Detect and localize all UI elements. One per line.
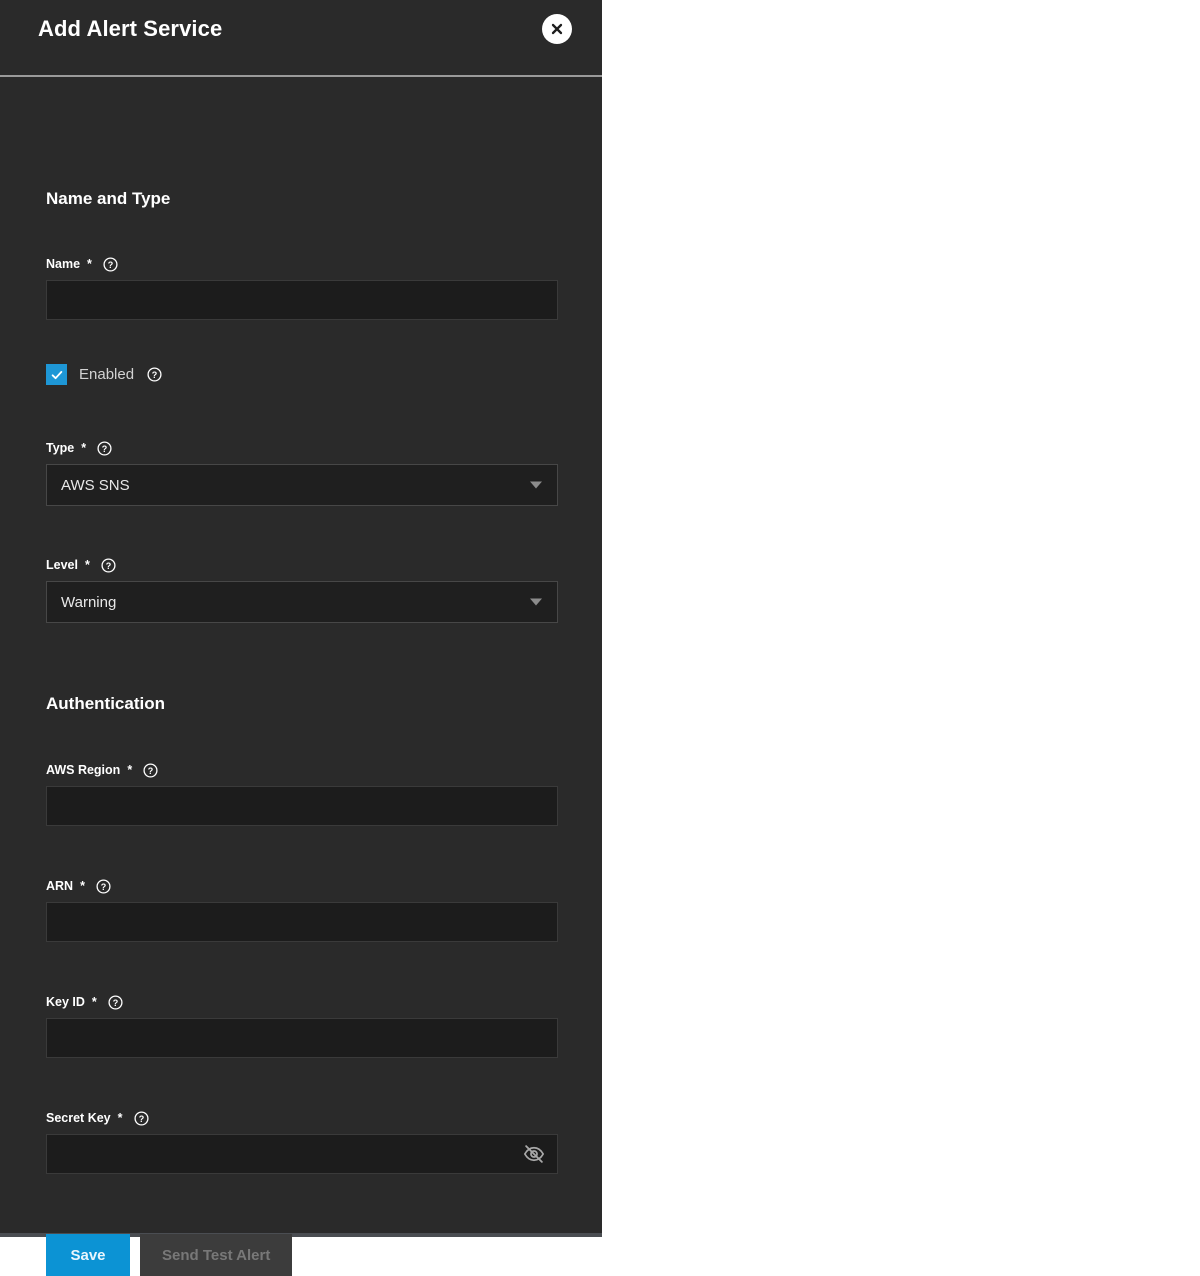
name-input[interactable]	[46, 280, 558, 320]
help-icon-name[interactable]: ?	[103, 257, 118, 272]
field-secret-key: Secret Key * ?	[46, 1110, 558, 1174]
field-aws-region: AWS Region * ?	[46, 762, 558, 826]
level-select-box[interactable]: Warning	[46, 581, 558, 623]
label-text-aws-region: AWS Region	[46, 763, 120, 777]
type-select-value: AWS SNS	[61, 477, 130, 494]
svg-text:?: ?	[108, 260, 114, 270]
key-id-input[interactable]	[46, 1018, 558, 1058]
eye-off-icon[interactable]	[522, 1142, 546, 1166]
page-title: Add Alert Service	[38, 16, 222, 42]
level-select[interactable]: Warning	[46, 581, 558, 623]
required-marker-type: *	[81, 441, 86, 455]
field-label-level: Level * ?	[46, 557, 558, 573]
help-icon-arn[interactable]: ?	[96, 879, 111, 894]
close-icon[interactable]	[542, 14, 572, 44]
required-marker-aws-region: *	[127, 763, 132, 777]
help-icon-type[interactable]: ?	[97, 441, 112, 456]
section-title-authentication: Authentication	[46, 694, 165, 714]
field-label-secret-key: Secret Key * ?	[46, 1110, 558, 1126]
field-label-aws-region: AWS Region * ?	[46, 762, 558, 778]
field-label-arn: ARN * ?	[46, 878, 558, 894]
label-text-secret-key: Secret Key	[46, 1111, 111, 1125]
label-text-name: Name	[46, 257, 80, 271]
field-level: Level * ? Warning	[46, 557, 558, 623]
label-text-arn: ARN	[46, 879, 73, 893]
svg-text:?: ?	[138, 1114, 144, 1124]
panel-header: Add Alert Service	[0, 0, 602, 77]
field-label-type: Type * ?	[46, 440, 558, 456]
field-name: Name * ?	[46, 256, 558, 320]
svg-text:?: ?	[106, 561, 112, 571]
send-test-alert-button[interactable]: Send Test Alert	[140, 1234, 292, 1276]
svg-text:?: ?	[113, 998, 119, 1008]
field-label-key-id: Key ID * ?	[46, 994, 558, 1010]
type-select-box[interactable]: AWS SNS	[46, 464, 558, 506]
svg-text:?: ?	[101, 882, 107, 892]
help-icon-secret-key[interactable]: ?	[134, 1111, 149, 1126]
field-arn: ARN * ?	[46, 878, 558, 942]
required-marker-name: *	[87, 257, 92, 271]
required-marker-level: *	[85, 558, 90, 572]
save-button[interactable]: Save	[46, 1234, 130, 1276]
secret-key-wrapper	[46, 1134, 558, 1174]
enabled-label: Enabled	[79, 366, 134, 383]
aws-region-input[interactable]	[46, 786, 558, 826]
help-icon-level[interactable]: ?	[101, 558, 116, 573]
level-select-value: Warning	[61, 594, 116, 611]
help-icon-enabled[interactable]: ?	[147, 367, 162, 382]
section-title-name-and-type: Name and Type	[46, 189, 170, 209]
enabled-checkbox-row: Enabled ?	[46, 364, 162, 385]
label-text-key-id: Key ID	[46, 995, 85, 1009]
field-type: Type * ? AWS SNS	[46, 440, 558, 506]
help-icon-key-id[interactable]: ?	[108, 995, 123, 1010]
enabled-checkbox[interactable]	[46, 364, 67, 385]
required-marker-secret-key: *	[118, 1111, 123, 1125]
type-select[interactable]: AWS SNS	[46, 464, 558, 506]
label-text-type: Type	[46, 441, 74, 455]
required-marker-key-id: *	[92, 995, 97, 1009]
field-key-id: Key ID * ?	[46, 994, 558, 1058]
required-marker-arn: *	[80, 879, 85, 893]
form-actions: Save Send Test Alert	[46, 1234, 292, 1276]
svg-text:?: ?	[102, 444, 108, 454]
arn-input[interactable]	[46, 902, 558, 942]
help-icon-aws-region[interactable]: ?	[143, 763, 158, 778]
field-label-name: Name * ?	[46, 256, 558, 272]
add-alert-service-panel: Add Alert Service Name and Type Name * ?	[0, 0, 602, 1237]
svg-text:?: ?	[152, 370, 158, 380]
label-text-level: Level	[46, 558, 78, 572]
secret-key-input[interactable]	[46, 1134, 558, 1174]
svg-text:?: ?	[148, 766, 154, 776]
